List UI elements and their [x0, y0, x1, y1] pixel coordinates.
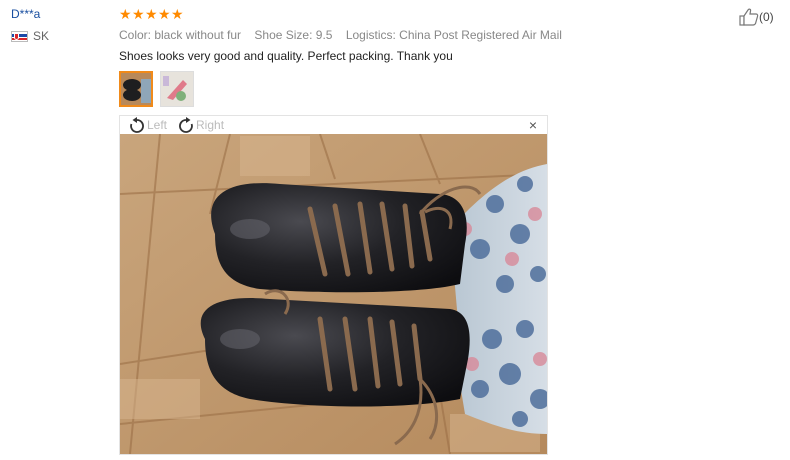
close-viewer-button[interactable]: × — [529, 117, 537, 133]
rotate-left-icon — [130, 117, 144, 133]
thumbs-up-icon — [739, 8, 759, 26]
rotate-right-button[interactable]: Right — [177, 117, 224, 133]
rotate-right-icon — [179, 117, 193, 133]
star-icon: ★ — [158, 5, 171, 22]
review-photo — [120, 134, 547, 454]
star-icon: ★ — [119, 5, 132, 22]
star-icon: ★ — [145, 5, 158, 22]
country-code: SK — [33, 29, 50, 43]
reviewer-country: SK — [11, 29, 101, 43]
star-icon: ★ — [132, 5, 145, 22]
review-thumbnail-1[interactable] — [119, 71, 153, 107]
image-viewer: Left Right × — [119, 115, 548, 455]
review-thumbnails — [119, 71, 194, 107]
size-attribute: Shoe Size: 9.5 — [254, 28, 333, 42]
helpful-count: (0) — [759, 10, 774, 24]
reviewer-name: D***a — [11, 7, 41, 21]
rotate-left-label: Left — [147, 118, 168, 132]
review-meta: Color: black without fur Shoe Size: 9.5 … — [119, 28, 739, 42]
helpful-vote[interactable]: (0) — [739, 8, 774, 26]
rating-stars: ★ ★ ★ ★ ★ — [119, 6, 739, 22]
reviewer-info: D***a SK — [11, 6, 101, 43]
logistics-attribute: Logistics: China Post Registered Air Mai… — [345, 28, 562, 42]
rotate-left-button[interactable]: Left — [128, 117, 167, 133]
color-attribute: Color: black without fur — [119, 28, 242, 42]
review-thumbnail-2[interactable] — [160, 71, 194, 107]
star-icon: ★ — [171, 5, 184, 22]
slovakia-flag-icon — [11, 30, 28, 42]
rotate-right-label: Right — [196, 118, 225, 132]
review-body: ★ ★ ★ ★ ★ Color: black without fur Shoe … — [119, 6, 739, 64]
review-text: Shoes looks very good and quality. Perfe… — [119, 49, 453, 63]
viewer-toolbar: Left Right × — [120, 116, 547, 134]
